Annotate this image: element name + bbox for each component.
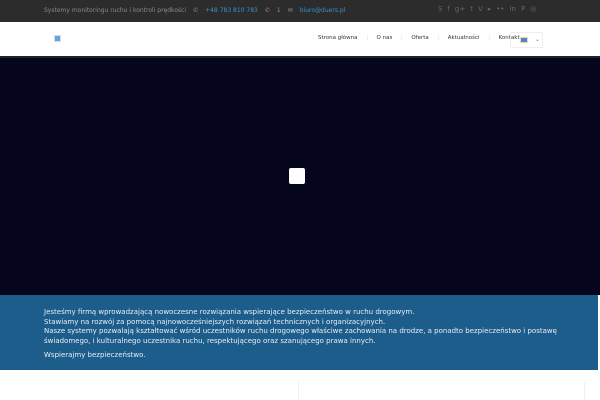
phone-icon-2: ✆ bbox=[264, 7, 270, 14]
facebook-icon[interactable]: f bbox=[447, 5, 449, 13]
intro-line: Stawiamy na rozwój za pomocą najnowocześ… bbox=[44, 317, 386, 326]
tagline: Systemy monitoringu ruchu i kontroli prę… bbox=[44, 7, 187, 14]
social-links: Sf g+ t V ▸ •• in P ◎ bbox=[438, 5, 536, 13]
content-area bbox=[0, 372, 600, 400]
phone-icon: ✆ bbox=[193, 7, 199, 14]
flag-icon bbox=[520, 37, 528, 43]
twitter-icon[interactable]: t bbox=[470, 5, 473, 13]
language-selector[interactable]: ⌄ bbox=[510, 32, 543, 48]
top-bar: Systemy monitoringu ruchu i kontroli prę… bbox=[0, 0, 600, 22]
pinterest-icon[interactable]: P bbox=[521, 5, 525, 13]
nav-home[interactable]: Strona główna bbox=[309, 35, 368, 41]
skype-icon[interactable]: S bbox=[438, 5, 442, 13]
intro-closing: Wspierajmy bezpieczeństwo. bbox=[44, 351, 146, 359]
youtube-icon[interactable]: ▸ bbox=[488, 5, 492, 13]
email-link[interactable]: biuro@duers.pl bbox=[300, 7, 346, 14]
vimeo-icon[interactable]: V bbox=[478, 5, 483, 13]
chevron-down-icon: ⌄ bbox=[535, 36, 541, 43]
header: Strona główna O nas Oferta Aktualności K… bbox=[0, 22, 600, 58]
phone-link[interactable]: +48 783 810 783 bbox=[205, 7, 258, 14]
google-plus-icon[interactable]: g+ bbox=[455, 5, 465, 13]
nav-about[interactable]: O nas bbox=[368, 35, 403, 41]
logo[interactable] bbox=[54, 35, 61, 42]
intro-section: Jesteśmy firmą wprowadzającą nowoczesne … bbox=[0, 295, 598, 370]
flickr-icon[interactable]: •• bbox=[496, 5, 504, 13]
intro-line: Jesteśmy firmą wprowadzającą nowoczesne … bbox=[44, 308, 415, 316]
main-nav: Strona główna O nas Oferta Aktualności K… bbox=[309, 35, 529, 41]
divider bbox=[298, 382, 299, 400]
dribbble-icon[interactable]: ◎ bbox=[530, 5, 536, 13]
video-player[interactable] bbox=[0, 58, 600, 295]
nav-offer[interactable]: Oferta bbox=[402, 35, 439, 41]
nav-news[interactable]: Aktualności bbox=[439, 35, 490, 41]
intro-line: Nasze systemy pozwalają kształtować wśró… bbox=[44, 327, 557, 345]
linkedin-icon[interactable]: in bbox=[510, 5, 516, 13]
play-button[interactable] bbox=[289, 168, 305, 184]
divider bbox=[584, 382, 585, 400]
envelope-icon: ✉ bbox=[287, 7, 293, 14]
phone-2: 1 bbox=[276, 7, 281, 14]
